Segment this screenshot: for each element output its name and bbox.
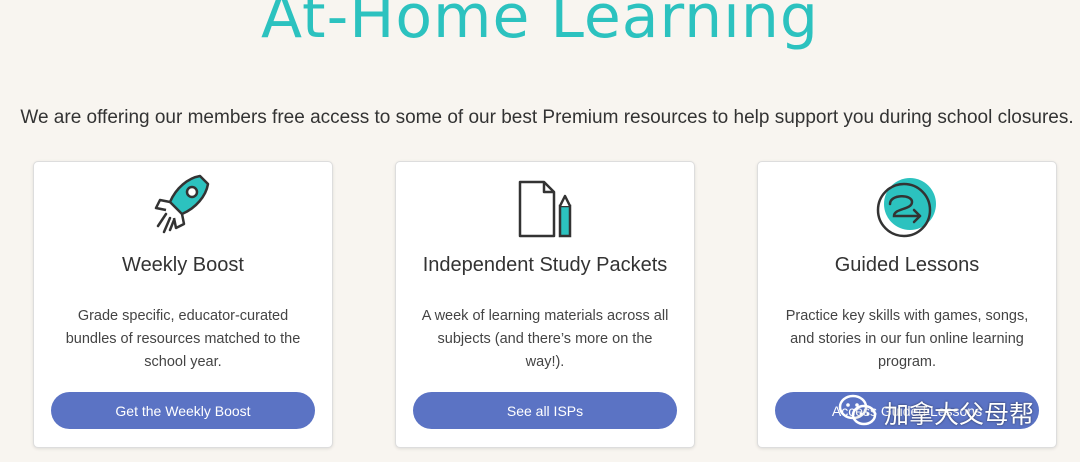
watermark: 加拿大父母帮 (838, 392, 1058, 434)
card-title: Weekly Boost (122, 254, 244, 276)
card-title: Guided Lessons (834, 254, 980, 276)
card-description: A week of learning materials across all … (421, 308, 669, 370)
card-independent-study-packets: Independent Study Packets A week of lear… (395, 161, 695, 448)
card-title: Independent Study Packets (422, 254, 668, 276)
rocket-icon (34, 170, 332, 240)
document-pencil-icon (396, 170, 694, 240)
get-weekly-boost-button[interactable]: Get the Weekly Boost (51, 392, 315, 429)
intro-text: We are offering our members free access … (20, 107, 1074, 128)
card-description: Grade specific, educator-curated bundles… (65, 308, 301, 370)
wechat-icon (838, 393, 878, 434)
card-description: Practice key skills with games, songs, a… (785, 308, 1029, 370)
guided-path-icon (758, 170, 1056, 240)
see-all-isps-button[interactable]: See all ISPs (413, 392, 677, 429)
page-title: At-Home Learning (261, 0, 819, 52)
card-weekly-boost: Weekly Boost Grade specific, educator-cu… (33, 161, 333, 448)
watermark-text: 加拿大父母帮 (884, 400, 1035, 429)
